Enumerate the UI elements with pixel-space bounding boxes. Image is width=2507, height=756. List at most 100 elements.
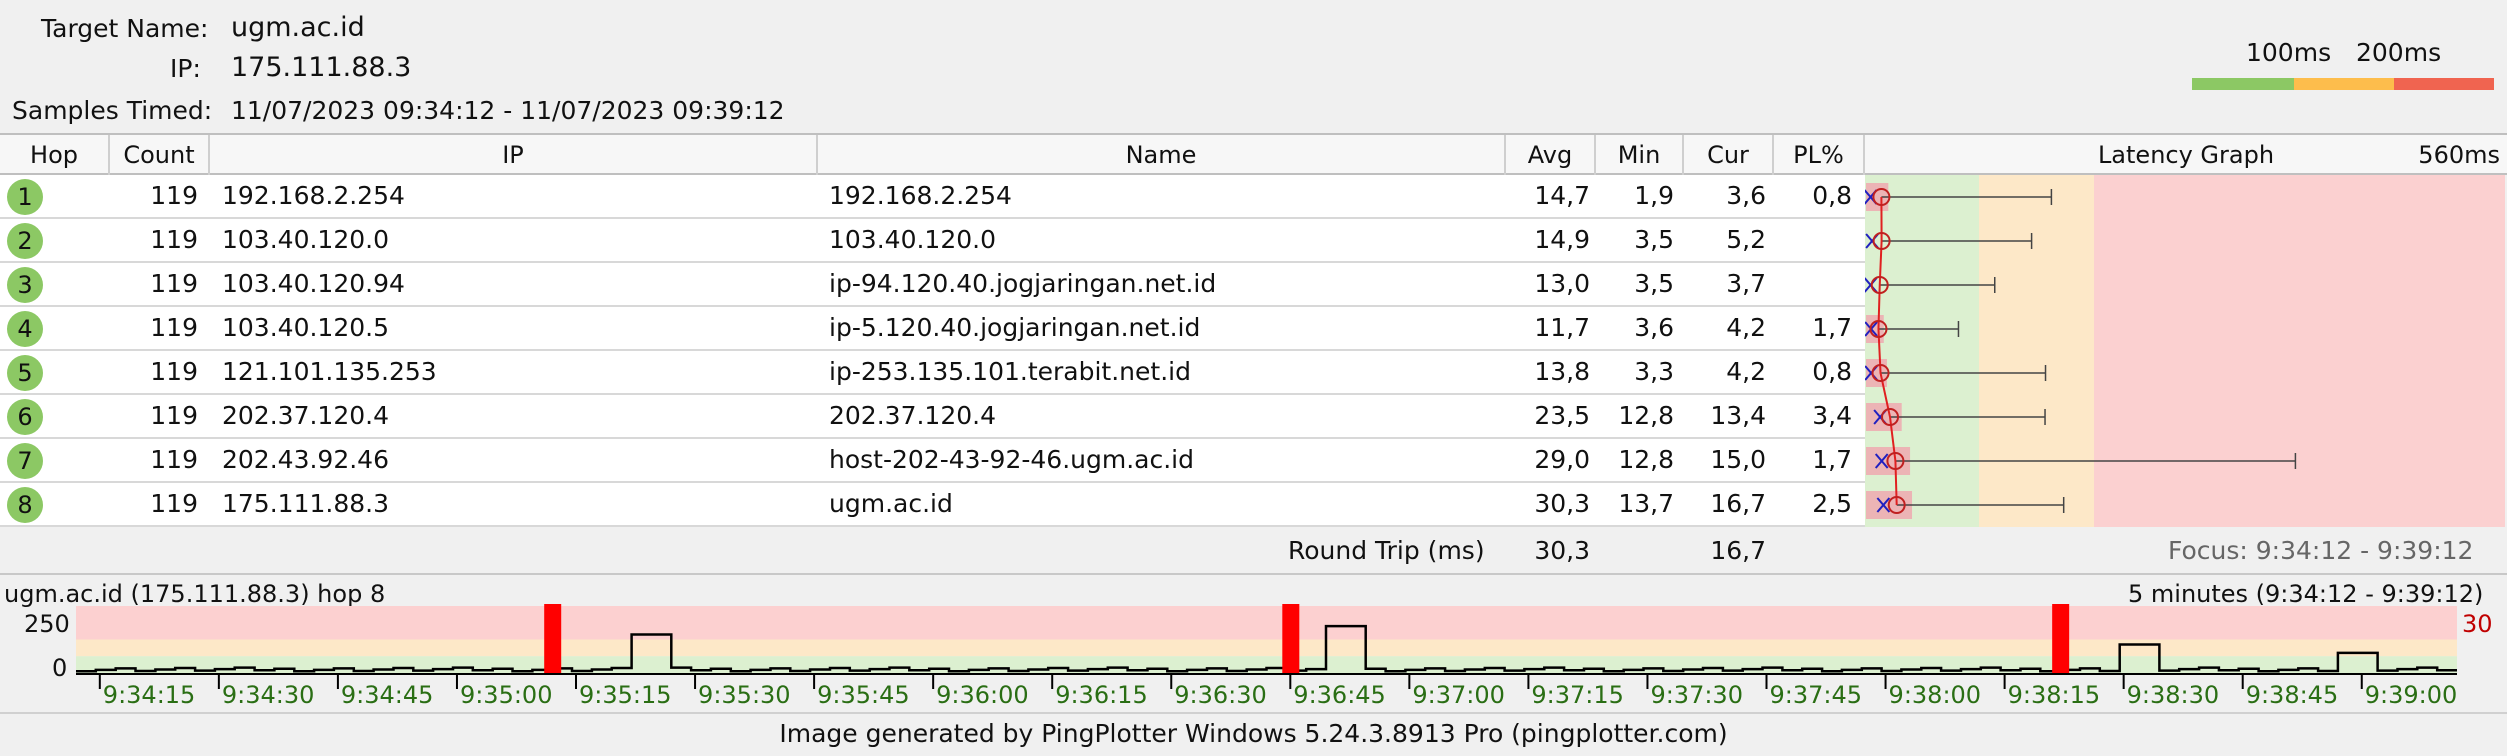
packet-loss-marker (1282, 604, 1300, 674)
pingplotter-window: Target Name: ugm.ac.id IP: 175.111.88.3 … (0, 0, 2507, 756)
hop-name: ip-94.120.40.jogjaringan.net.id (829, 269, 1217, 298)
hop-row[interactable]: 2 119 103.40.120.0 103.40.120.0 14,9 3,5 5,2 (0, 219, 1865, 263)
col-avg[interactable]: Avg (1506, 135, 1596, 175)
col-hop[interactable]: Hop (0, 135, 110, 175)
footer-bar: Image generated by PingPlotter Windows 5… (0, 712, 2507, 756)
hop-min: 3,3 (1634, 357, 1674, 386)
hop-number: 5 (7, 355, 43, 391)
hop-row[interactable]: 1 119 192.168.2.254 192.168.2.254 14,7 1,9 3,6… (0, 175, 1865, 219)
hop-ip: 103.40.120.5 (222, 313, 389, 342)
target-name-value: ugm.ac.id (231, 12, 365, 43)
target-name-label: Target Name: (41, 14, 209, 43)
x-tick-label: 9:37:15 (1531, 681, 1624, 709)
legend-green-bar (2192, 78, 2294, 90)
hop-pl: 1,7 (1812, 445, 1852, 474)
legend-100ms-label: 100ms (2246, 38, 2332, 67)
latency-graph (1865, 175, 2505, 527)
hop-min: 3,5 (1634, 225, 1674, 254)
col-name[interactable]: Name (818, 135, 1506, 175)
col-min[interactable]: Min (1596, 135, 1684, 175)
hop-avg: 14,7 (1534, 181, 1590, 210)
hop-avg: 11,7 (1534, 313, 1590, 342)
hop-ip: 202.43.92.46 (222, 445, 389, 474)
hop-number: 6 (7, 399, 43, 435)
hop-avg: 14,9 (1534, 225, 1590, 254)
hop-pl: 0,8 (1812, 181, 1852, 210)
hop-name: ugm.ac.id (829, 489, 953, 518)
legend-orange-bar (2294, 78, 2394, 90)
x-tick-label: 9:38:30 (2127, 681, 2220, 709)
roundtrip-label: Round Trip (ms) (1288, 536, 1485, 565)
zone-bad (76, 606, 2457, 640)
hop-avg: 13,8 (1534, 357, 1590, 386)
hop-pl: 3,4 (1812, 401, 1852, 430)
hop-min: 1,9 (1634, 181, 1674, 210)
hop-cur: 3,6 (1726, 181, 1766, 210)
focus-range: Focus: 9:34:12 - 9:39:12 (2168, 536, 2474, 565)
hop-row[interactable]: 3 119 103.40.120.94 ip-94.120.40.jogjaringa… (0, 263, 1865, 307)
hop-ip: 121.101.135.253 (222, 357, 437, 386)
hop-avg: 30,3 (1534, 489, 1590, 518)
roundtrip-cur: 16,7 (1710, 536, 1766, 565)
col-count[interactable]: Count (110, 135, 210, 175)
hop-row[interactable]: 4 119 103.40.120.5 ip-5.120.40.jogjaringan.… (0, 307, 1865, 351)
x-tick-label: 9:37:00 (1412, 681, 1505, 709)
x-tick-label: 9:34:45 (341, 681, 434, 709)
hop-name: ip-5.120.40.jogjaringan.net.id (829, 313, 1201, 342)
hop-ip: 103.40.120.0 (222, 225, 389, 254)
col-latency-graph[interactable]: Latency Graph (2096, 135, 2276, 175)
ip-value: 175.111.88.3 (231, 52, 412, 83)
packet-loss-marker (544, 604, 562, 674)
hop-cur: 3,7 (1726, 269, 1766, 298)
hop-cur: 13,4 (1710, 401, 1766, 430)
hop-count: 119 (150, 357, 198, 386)
hop-name: 192.168.2.254 (829, 181, 1012, 210)
hop-row[interactable]: 5 119 121.101.135.253 ip-253.135.101.terabi… (0, 351, 1865, 395)
hop-pl (1774, 263, 1852, 305)
hop-min: 3,5 (1634, 269, 1674, 298)
hop-count: 119 (150, 489, 198, 518)
graph-scale-label: 560ms (2418, 141, 2500, 169)
hop-avg: 13,0 (1534, 269, 1590, 298)
hop-name: host-202-43-92-46.ugm.ac.id (829, 445, 1194, 474)
x-tick-label: 9:35:30 (698, 681, 791, 709)
hop-min: 12,8 (1618, 401, 1674, 430)
hop-pl (1774, 219, 1852, 261)
x-tick-label: 9:38:00 (1889, 681, 1982, 709)
col-cur[interactable]: Cur (1684, 135, 1774, 175)
zone-bad (2094, 175, 2505, 527)
hop-avg: 23,5 (1534, 401, 1590, 430)
x-tick-label: 9:36:00 (936, 681, 1029, 709)
zone-warn (76, 639, 2457, 657)
col-pl[interactable]: PL% (1774, 135, 1865, 175)
hop-count: 119 (150, 225, 198, 254)
hop-row[interactable]: 7 119 202.43.92.46 host-202-43-92-46.ugm.ac… (0, 439, 1865, 483)
hop-min: 3,6 (1634, 313, 1674, 342)
table-header: Hop Count IP Name Avg Min Cur PL% Latenc… (0, 133, 2507, 175)
x-tick-label: 9:39:00 (2365, 681, 2458, 709)
hop-number: 3 (7, 267, 43, 303)
hop-count: 119 (150, 269, 198, 298)
hop-count: 119 (150, 445, 198, 474)
hop-ip: 202.37.120.4 (222, 401, 389, 430)
x-tick-label: 9:35:15 (579, 681, 672, 709)
hop-number: 1 (7, 179, 43, 215)
hop-pl: 2,5 (1812, 489, 1852, 518)
time-graph[interactable]: 9:34:15 9:34:30 9:34:45 9:35:00 9:35:15 9:35:… (0, 598, 2507, 710)
hop-count: 119 (150, 313, 198, 342)
hop-pl: 1,7 (1812, 313, 1852, 342)
x-tick-label: 9:38:15 (2008, 681, 2101, 709)
hop-count: 119 (150, 401, 198, 430)
hop-number: 4 (7, 311, 43, 347)
hop-number: 8 (7, 487, 43, 523)
hop-number: 2 (7, 223, 43, 259)
hop-row[interactable]: 8 119 175.111.88.3 ugm.ac.id 30,3 13,7 16,7 2,5 (0, 483, 1865, 527)
x-tick-label: 9:35:00 (460, 681, 553, 709)
divider (0, 573, 2507, 575)
hop-number: 7 (7, 443, 43, 479)
hop-cur: 5,2 (1726, 225, 1766, 254)
hop-cur: 4,2 (1726, 313, 1766, 342)
hop-row[interactable]: 6 119 202.37.120.4 202.37.120.4 23,5 12,8 13,4… (0, 395, 1865, 439)
col-ip[interactable]: IP (210, 135, 818, 175)
samples-label: Samples Timed: (12, 96, 213, 125)
